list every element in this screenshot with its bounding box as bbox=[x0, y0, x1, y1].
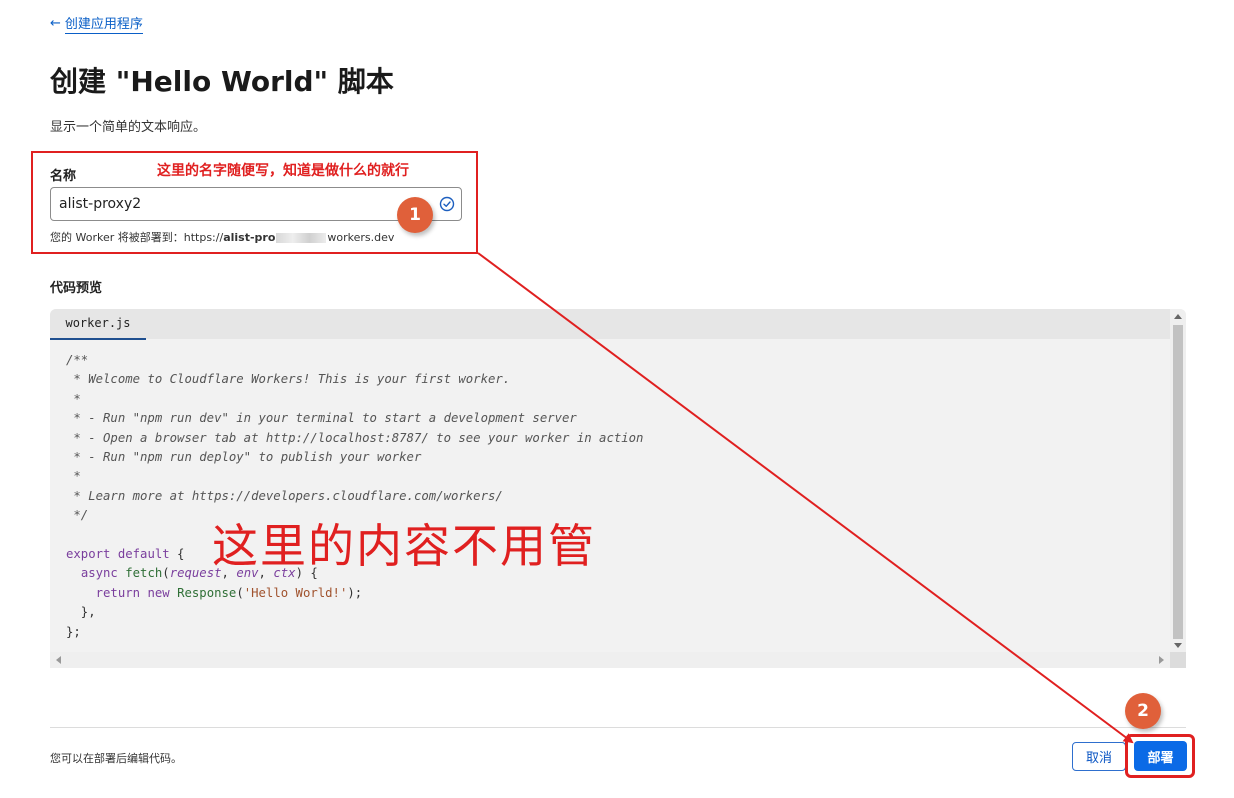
scroll-down-icon[interactable] bbox=[1174, 643, 1182, 648]
annotation-badge-1: 1 bbox=[397, 197, 433, 233]
vertical-scrollbar[interactable] bbox=[1170, 309, 1186, 652]
editor-tab-bar: worker.js bbox=[50, 309, 1170, 340]
code-block: /** * Welcome to Cloudflare Workers! Thi… bbox=[66, 353, 644, 639]
code-function: Response bbox=[177, 585, 237, 600]
code-keyword: return bbox=[95, 585, 141, 600]
code-punct: { bbox=[169, 547, 185, 562]
code-line: }, bbox=[66, 605, 96, 620]
code-comment-line: * - Run "npm run deploy" to publish your… bbox=[66, 450, 422, 465]
scroll-up-icon[interactable] bbox=[1174, 314, 1182, 319]
page-title: 创建 "Hello World" 脚本 bbox=[50, 65, 394, 98]
code-preview-label: 代码预览 bbox=[50, 281, 103, 296]
annotation-box-deploy bbox=[1125, 734, 1195, 778]
cancel-button[interactable]: 取消 bbox=[1072, 742, 1126, 771]
annotation-content-hint: 这里的内容不用管 bbox=[212, 519, 596, 573]
code-line: }; bbox=[66, 624, 81, 639]
code-string: 'Hello World!' bbox=[243, 585, 348, 600]
code-keyword: export bbox=[66, 547, 111, 562]
code-comment-line: */ bbox=[66, 508, 89, 523]
footer-note: 您可以在部署后编辑代码。 bbox=[50, 752, 182, 765]
code-function: fetch bbox=[125, 566, 163, 581]
back-link-label: 创建应用程序 bbox=[64, 13, 143, 34]
annotation-name-hint: 这里的名字随便写，知道是做什么的就行 bbox=[157, 163, 409, 179]
code-comment-line: * Welcome to Cloudflare Workers! This is… bbox=[66, 372, 511, 387]
annotation-badge-2: 2 bbox=[1125, 693, 1161, 729]
footer-divider bbox=[50, 727, 1186, 728]
code-keyword: new bbox=[147, 585, 170, 600]
scroll-left-icon[interactable] bbox=[56, 656, 61, 664]
page-subtitle: 显示一个简单的文本响应。 bbox=[50, 120, 207, 135]
code-comment-line: * Learn more at https://developers.cloud… bbox=[66, 488, 503, 503]
arrow-left-icon: ← bbox=[50, 16, 61, 31]
scroll-right-icon[interactable] bbox=[1159, 656, 1164, 664]
horizontal-scrollbar[interactable] bbox=[50, 652, 1170, 668]
code-comment-line: * bbox=[66, 469, 81, 484]
vertical-scroll-thumb[interactable] bbox=[1173, 325, 1183, 639]
code-keyword: default bbox=[117, 547, 170, 562]
code-comment-line: * - Open a browser tab at http://localho… bbox=[66, 430, 644, 445]
code-comment-line: /** bbox=[66, 353, 89, 367]
tab-worker-js[interactable]: worker.js bbox=[50, 309, 146, 340]
code-editor[interactable]: worker.js /** * Welcome to Cloudflare Wo… bbox=[50, 309, 1186, 668]
code-keyword: async bbox=[80, 566, 118, 581]
scrollbar-corner bbox=[1170, 652, 1186, 668]
code-comment-line: * - Run "npm run dev" in your terminal t… bbox=[66, 411, 577, 426]
back-link[interactable]: ← 创建应用程序 bbox=[50, 13, 143, 34]
code-comment-line: * bbox=[66, 391, 81, 406]
